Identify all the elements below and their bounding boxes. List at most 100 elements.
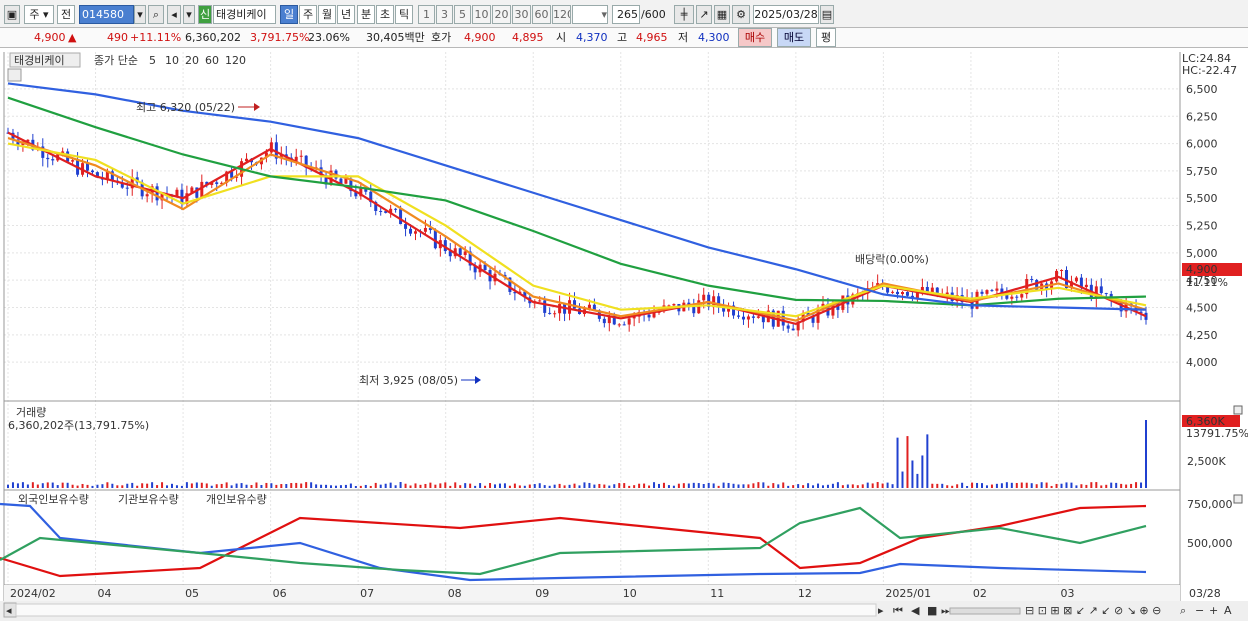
x-tick-label: 02 (973, 587, 987, 600)
interval-30[interactable]: 30 (512, 5, 531, 24)
volume-bar (667, 485, 670, 488)
play-back-icon[interactable]: ◀ (911, 604, 920, 617)
volume-bar (479, 483, 482, 488)
volume-bar (295, 482, 298, 488)
volume-value: 6,360,202주(13,791.75%) (8, 419, 149, 432)
candle-body (761, 316, 765, 323)
volume-bar (981, 483, 984, 488)
interval-20[interactable]: 20 (492, 5, 511, 24)
market-select[interactable]: 주 ▾ (24, 5, 54, 24)
volume-bar (941, 483, 944, 488)
zoom-out-icon[interactable]: − (1195, 604, 1204, 617)
eval-button[interactable]: 평 (816, 28, 836, 47)
scrollbar-track[interactable] (15, 603, 877, 617)
volume-bar (359, 485, 362, 488)
layout-icons[interactable]: ⊟ ⊡ ⊞ ⊠ ↙ ↗ ↙ ⊘ ↘ ⊕ ⊖ (1025, 604, 1161, 617)
volume-bar (205, 483, 208, 488)
volume-bar (36, 484, 39, 488)
volume-bar (469, 483, 472, 488)
zoom-in-icon[interactable]: + (1209, 604, 1218, 617)
volume-bar (916, 473, 919, 488)
candle-body (200, 181, 204, 198)
gear-icon[interactable]: ⚙ (732, 5, 750, 24)
period-second[interactable]: 초 (376, 5, 394, 24)
interval-60[interactable]: 60 (532, 5, 551, 24)
zoom-search-icon[interactable]: ⌕ (1180, 604, 1186, 617)
ma-label-5: 5 (149, 54, 156, 67)
volume-bar (1065, 482, 1068, 488)
candle-body (71, 160, 75, 162)
stock-chart[interactable]: 태경비케이 종가 단순 5 10 20 60 120 LC:24.84 HC:-… (0, 48, 1248, 621)
grid-toggle-icon[interactable] (7, 68, 22, 82)
volume-bar (797, 484, 800, 488)
ma-label-120: 120 (225, 54, 246, 67)
interval-1[interactable]: 1 (418, 5, 435, 24)
prev-button[interactable]: 전 (57, 5, 75, 24)
volume-bar (772, 483, 775, 488)
volume-bar (31, 482, 34, 488)
count-input[interactable]: 265 (612, 5, 640, 24)
volume-bar (409, 485, 412, 488)
volume-close-icon[interactable] (1233, 405, 1243, 415)
interval-120[interactable]: 120 (552, 5, 571, 24)
volume-bar (7, 484, 9, 488)
period-tick[interactable]: 틱 (395, 5, 413, 24)
candle-body (90, 170, 94, 173)
holding-tick-500k: 500,000 (1187, 537, 1233, 550)
volume-bar (349, 483, 352, 488)
volume-bar (235, 483, 238, 488)
buy-button[interactable]: 매수 (738, 28, 772, 47)
search-icon[interactable]: ⌕ (148, 5, 164, 24)
step-back-icon[interactable]: ⏮ (893, 604, 903, 617)
stop-icon[interactable]: ■ (927, 604, 937, 617)
period-minute[interactable]: 분 (357, 5, 375, 24)
candle-body (1060, 270, 1064, 272)
interval-10[interactable]: 10 (472, 5, 491, 24)
current-price-label: 4,900 (1186, 263, 1218, 276)
volume-bar (648, 485, 651, 488)
window-icon[interactable]: ▣ (4, 5, 20, 24)
candle-icon[interactable]: ╪ (674, 5, 694, 24)
price-tick-label: 4,250 (1186, 329, 1218, 342)
volume-bar (374, 482, 377, 488)
candle-body (379, 210, 383, 212)
speaker-icon[interactable]: ◂ (167, 5, 181, 24)
volume-bar (96, 484, 99, 488)
interval-5[interactable]: 5 (454, 5, 471, 24)
code-input[interactable]: 014580 (79, 5, 134, 24)
volume-bar (1055, 483, 1058, 488)
volume-bar (364, 484, 367, 488)
table-icon[interactable]: ▦ (714, 5, 730, 24)
volume-bar (449, 485, 452, 488)
chart-tool-icon[interactable]: ↗ (696, 5, 712, 24)
volume-bar (61, 482, 64, 488)
volume-bar (1115, 482, 1118, 488)
date-input[interactable]: 2025/03/28 (753, 5, 819, 24)
period-month[interactable]: 월 (318, 5, 336, 24)
candle-body (995, 288, 999, 291)
scroll-right-icon[interactable]: ▸ (878, 604, 884, 617)
volume-bar (792, 485, 795, 488)
speaker-dropdown-icon[interactable]: ▾ (183, 5, 195, 24)
candle-body (891, 291, 895, 293)
volume-bar (136, 485, 139, 488)
candle-body (125, 187, 129, 189)
font-size-icon[interactable]: A (1224, 604, 1232, 617)
period-day[interactable]: 일 (280, 5, 298, 24)
zoom-slider[interactable] (949, 607, 1021, 615)
sell-button[interactable]: 매도 (777, 28, 811, 47)
code-dropdown-icon[interactable]: ▾ (134, 5, 146, 24)
holding-close-icon[interactable] (1233, 494, 1243, 504)
interval-select[interactable]: ▾ (572, 5, 608, 24)
volume-bar (71, 484, 74, 488)
period-year[interactable]: 년 (337, 5, 355, 24)
period-week[interactable]: 주 (299, 5, 317, 24)
volume-bar (330, 485, 333, 488)
interval-3[interactable]: 3 (436, 5, 453, 24)
holding-label-foreign: 외국인보유수량 (18, 493, 89, 506)
volume-bar (444, 482, 447, 488)
calendar-icon[interactable]: ▤ (820, 5, 834, 24)
candle-body (896, 291, 900, 295)
quote-volume-pct: 3,791.75% (250, 31, 310, 44)
volume-bar (56, 485, 59, 488)
